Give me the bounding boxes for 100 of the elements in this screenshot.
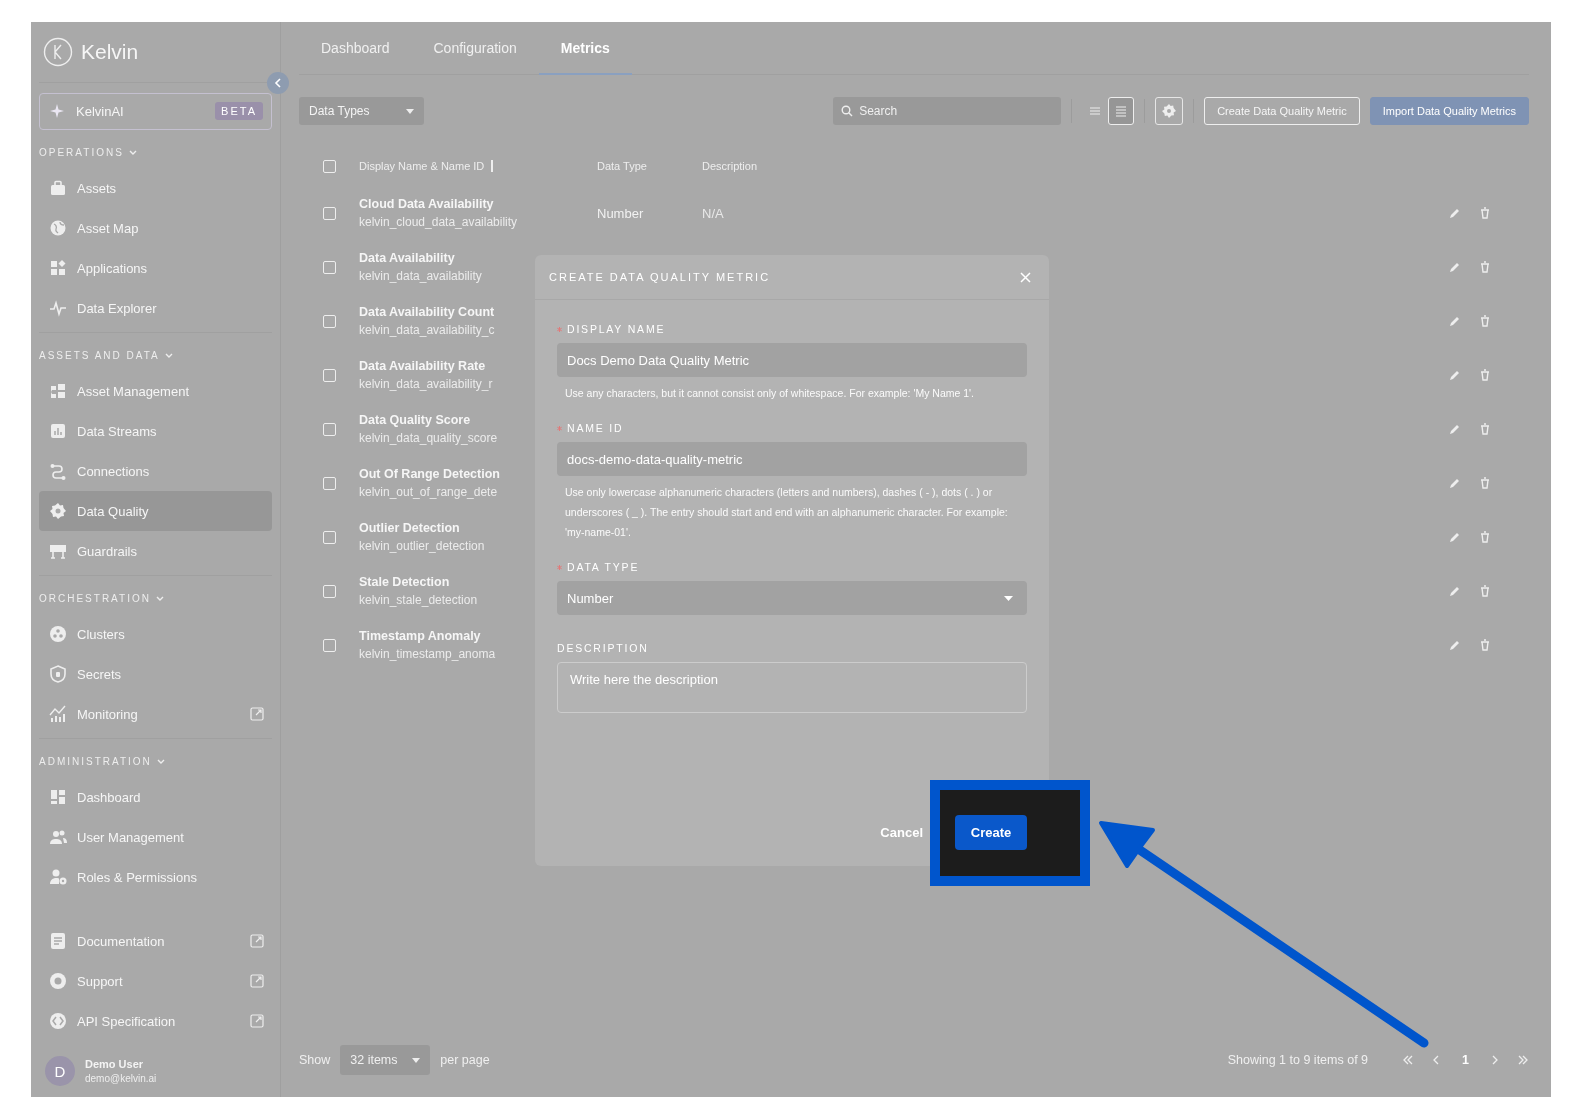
nav-item[interactable]: Connections — [39, 451, 272, 492]
data-type-dropdown[interactable]: Number — [557, 581, 1027, 615]
previous-page-button[interactable] — [1432, 1055, 1441, 1065]
help-text: Use any characters, but it cannot consist only of whitespace. For example: 'My Name 1'. — [564, 386, 976, 401]
nav-item[interactable]: Data Explorer — [39, 288, 272, 329]
gear-icon — [49, 502, 67, 521]
nav-item[interactable]: Dashboard — [39, 777, 272, 818]
row-checkbox[interactable] — [322, 638, 336, 652]
metric-name-id: kelvin_out_of_range_dete — [359, 485, 498, 499]
pencil-icon — [1449, 369, 1461, 381]
nav-item[interactable]: Secrets — [39, 654, 272, 695]
dashboard-icon — [49, 788, 67, 807]
avatar[interactable]: D — [45, 1056, 75, 1087]
close-button[interactable] — [1020, 271, 1031, 283]
nav-item[interactable]: Monitoring — [39, 694, 272, 735]
last-page-button[interactable] — [1517, 1055, 1529, 1065]
document-icon — [49, 932, 67, 951]
create-button[interactable]: Create — [955, 815, 1027, 850]
metric-name-id: kelvin_data_availability_r — [359, 377, 493, 391]
nav-item[interactable]: Data Streams — [39, 411, 272, 452]
pencil-icon — [1449, 207, 1461, 219]
metric-name-id: kelvin_cloud_data_availability — [359, 215, 518, 229]
row-checkbox[interactable] — [322, 206, 336, 220]
row-checkbox[interactable] — [322, 368, 336, 382]
row-checkbox[interactable] — [322, 422, 336, 436]
create-metric-button[interactable]: Create Data Quality Metric — [1204, 97, 1360, 125]
route-icon — [49, 462, 67, 481]
section-header[interactable]: ASSETS AND DATA — [39, 349, 160, 361]
nav-item[interactable]: Assets — [39, 168, 272, 209]
import-metrics-button[interactable]: Import Data Quality Metrics — [1369, 97, 1529, 125]
cancel-button[interactable]: Cancel — [880, 825, 923, 840]
next-page-button[interactable] — [1491, 1055, 1499, 1065]
section-header[interactable]: ADMINISTRATION — [39, 755, 152, 767]
settings-button[interactable] — [1155, 97, 1184, 125]
description-cell: N/A — [702, 205, 724, 221]
user-email: demo@kelvin.ai — [85, 1073, 157, 1085]
required-icon — [557, 425, 562, 431]
row-checkbox[interactable] — [322, 584, 336, 598]
nav-item[interactable]: Roles & Permissions — [39, 857, 272, 898]
field-label: DATA TYPE — [567, 561, 640, 573]
pencil-icon — [1449, 261, 1461, 273]
nav-item[interactable]: Asset Map — [39, 208, 272, 249]
row-checkbox[interactable] — [322, 260, 336, 274]
per-page-label: per page — [440, 1053, 490, 1067]
logo-text: Kelvin — [81, 39, 139, 64]
metric-name: Data Availability Count — [359, 305, 495, 319]
row-checkbox[interactable] — [322, 476, 336, 490]
nav-item[interactable]: Documentation — [39, 921, 272, 962]
dialog-title: CREATE DATA QUALITY METRIC — [549, 271, 771, 283]
column-header: Description — [702, 160, 758, 172]
required-icon — [557, 326, 562, 332]
field-label: DESCRIPTION — [557, 642, 649, 654]
help-text: Use only lowercase alphanumeric characters (letters and numbers), dashes ( - ), dots ( . ) or underscores ( _ ). The entry should start and end with an alphanumeric character. For example: 'my-name-01'. — [564, 485, 1009, 540]
show-label: Show — [299, 1053, 331, 1067]
metric-name: Data Availability — [359, 251, 455, 265]
data-type-cell: Number — [597, 205, 644, 221]
column-header[interactable]: Display Name & Name ID — [359, 160, 485, 172]
settings-icon — [1161, 103, 1178, 119]
trash-icon — [1479, 261, 1491, 273]
nav-item[interactable]: Support — [39, 961, 272, 1002]
section-header[interactable]: OPERATIONS — [39, 146, 124, 158]
metric-name-id: kelvin_outlier_detection — [359, 539, 485, 553]
tab[interactable]: Metrics — [538, 22, 632, 75]
nav-item[interactable]: API Specification — [39, 1001, 272, 1042]
tab[interactable]: Configuration — [411, 22, 539, 75]
kelvinai-button[interactable]: KelvinAI BETA — [39, 92, 272, 131]
nav-item[interactable]: Asset Management — [39, 371, 272, 412]
select-all-checkbox[interactable] — [322, 159, 336, 173]
k-logo-icon — [43, 36, 73, 67]
metric-name-id: kelvin_data_quality_score — [359, 431, 498, 445]
nav-item[interactable]: Clusters — [39, 614, 272, 655]
column-header: Data Type — [597, 160, 647, 172]
nav-item[interactable]: Applications — [39, 248, 272, 289]
nav-item[interactable]: User Management — [39, 817, 272, 858]
text-field[interactable]: docs-demo-data-quality-metric — [557, 442, 1027, 476]
users-icon — [49, 828, 67, 847]
field-label: DISPLAY NAME — [567, 323, 666, 335]
metric-name: Stale Detection — [359, 575, 450, 589]
nav-item[interactable]: Data Quality — [39, 491, 272, 532]
description-field[interactable]: Write here the description — [557, 662, 1027, 713]
nav-item[interactable]: Guardrails — [39, 531, 272, 572]
search-field[interactable]: Search — [833, 97, 1062, 125]
metric-name-id: kelvin_stale_detection — [359, 593, 478, 607]
view-toggle[interactable] — [1108, 97, 1135, 125]
tab[interactable]: Dashboard — [299, 22, 412, 75]
globe-icon — [49, 219, 67, 238]
text-field[interactable]: Docs Demo Data Quality Metric — [557, 343, 1027, 377]
row-checkbox[interactable] — [322, 314, 336, 328]
page-size-dropdown[interactable]: 32 items — [340, 1045, 431, 1075]
collapse-button[interactable] — [267, 72, 289, 94]
trash-icon — [1479, 531, 1491, 543]
first-page-button[interactable] — [1402, 1055, 1415, 1065]
page-button[interactable]: 1 — [1458, 1053, 1473, 1067]
section-header[interactable]: ORCHESTRATION — [39, 592, 151, 604]
metric-name: Data Availability Rate — [359, 359, 486, 373]
row-checkbox[interactable] — [322, 530, 336, 544]
data-types-dropdown[interactable]: Data Types — [299, 97, 424, 125]
metric-name: Out Of Range Detection — [359, 467, 500, 481]
metric-name: Timestamp Anomaly — [359, 629, 481, 643]
trash-icon — [1479, 369, 1491, 381]
